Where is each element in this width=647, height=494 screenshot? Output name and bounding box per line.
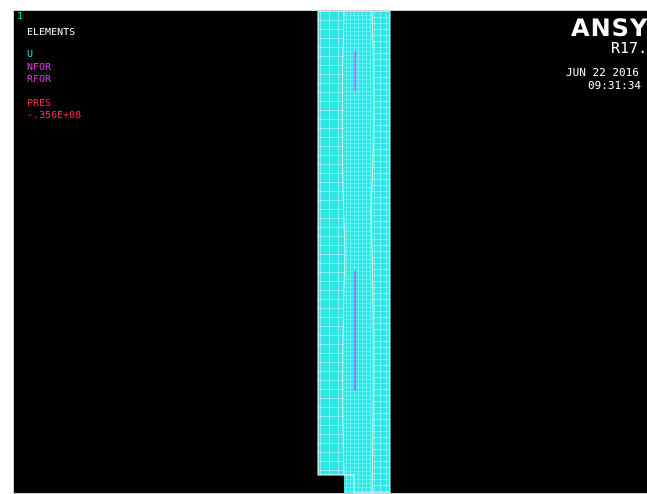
- legend-u: U: [27, 49, 33, 60]
- mesh-region-right: [372, 11, 390, 493]
- legend-value: -.356E+08: [27, 110, 82, 121]
- legend-label: U: [27, 49, 34, 60]
- legend-pres-value: -.356E+08: [27, 110, 81, 121]
- legend-label: PRES: [27, 98, 52, 109]
- legend-rfor: RFOR: [27, 74, 51, 85]
- plot-date: JUN 22 2016: [566, 66, 639, 79]
- legend-label: RFOR: [27, 74, 52, 85]
- release-version: R17.: [611, 39, 647, 57]
- legend-pres: PRES: [27, 98, 51, 109]
- mesh-region-core: [344, 11, 372, 493]
- ansys-logo: ANSYS: [571, 14, 647, 42]
- mesh-plot: [317, 11, 391, 493]
- window-number: 1: [17, 11, 24, 22]
- graphics-window[interactable]: 1 ELEMENTS U NFOR RFOR PRES -.356E+08 AN…: [13, 10, 647, 494]
- legend-title: ELEMENTS: [27, 27, 76, 38]
- mesh-region-outer: [318, 11, 344, 475]
- legend-nfor: NFOR: [27, 62, 51, 73]
- legend-label: NFOR: [27, 62, 52, 73]
- plot-time: 09:31:34: [588, 79, 641, 92]
